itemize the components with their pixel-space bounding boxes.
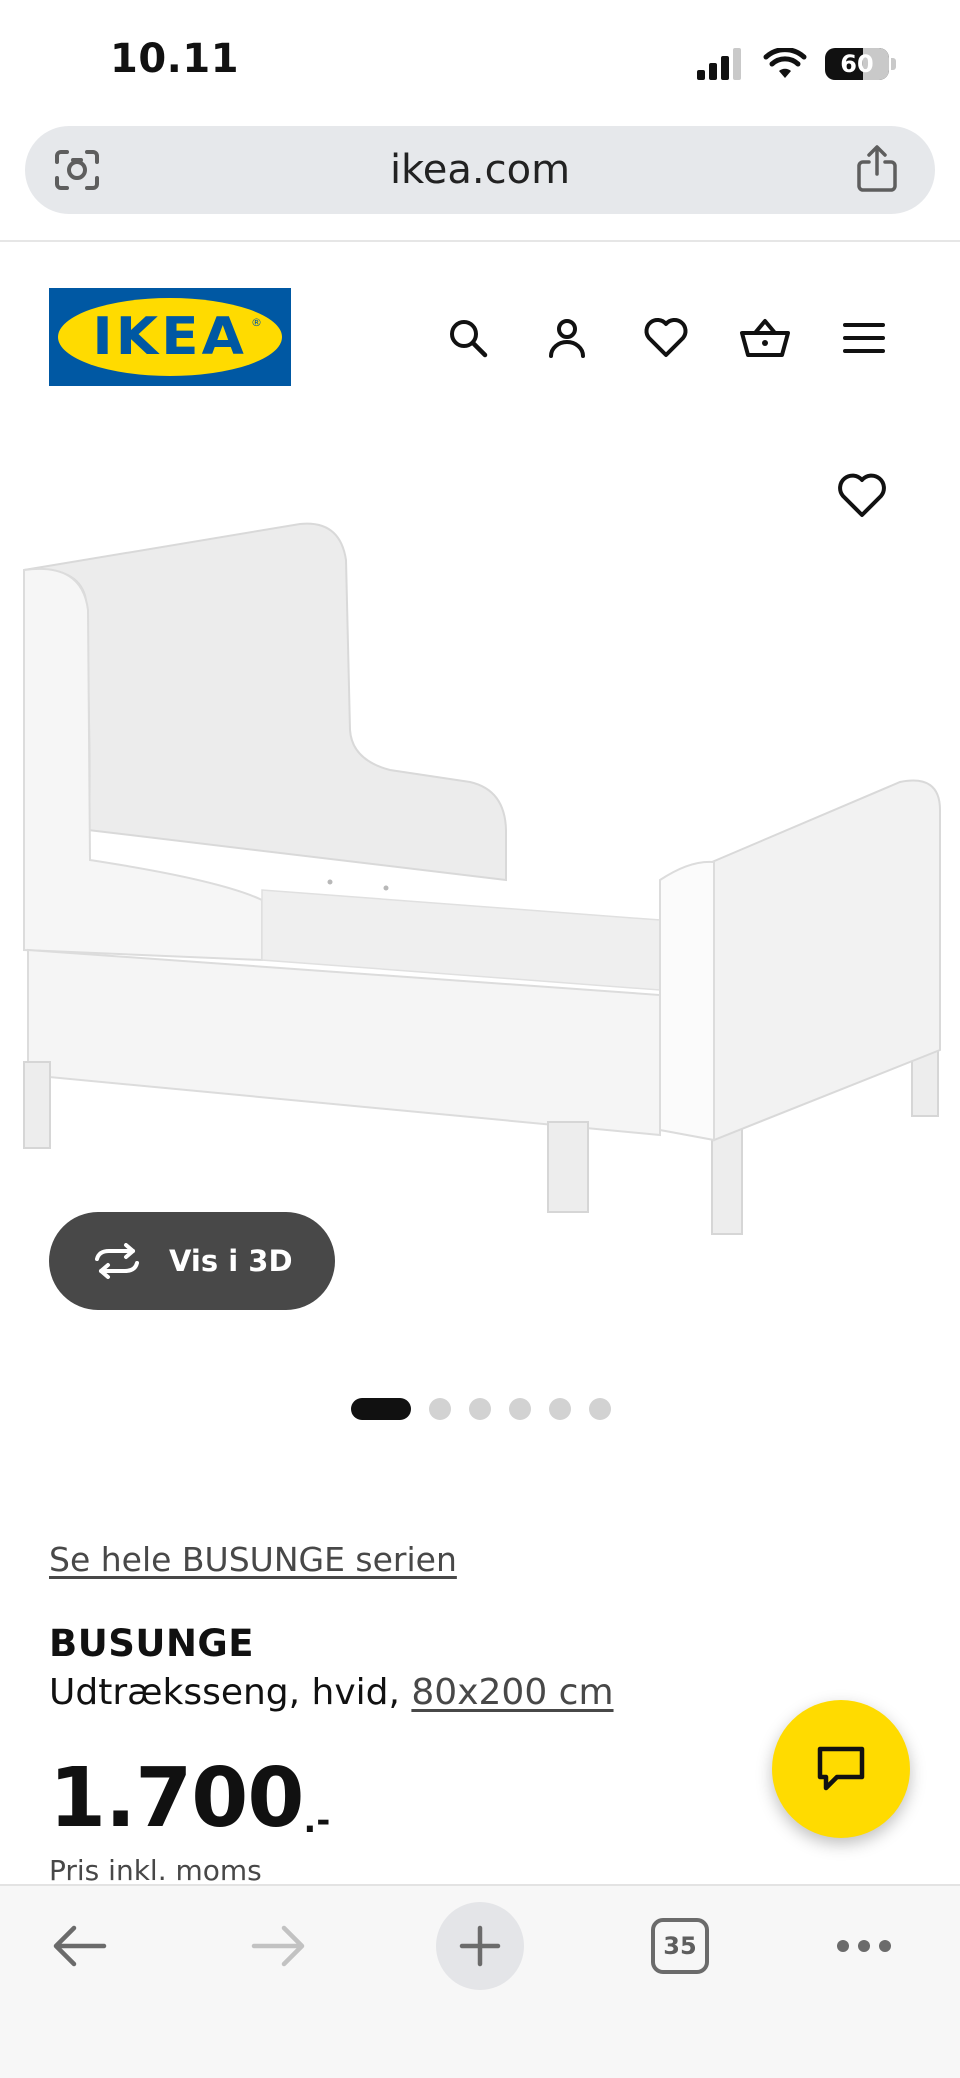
price-note: Pris inkl. moms [49,1854,262,1887]
logo-text: IKEA [92,307,248,367]
view-3d-button[interactable]: Vis i 3D [49,1212,335,1310]
heart-icon[interactable] [638,310,694,366]
carousel-dot[interactable] [549,1398,571,1420]
back-button[interactable] [44,1896,114,1996]
carousel-dot[interactable] [429,1398,451,1420]
forward-arrow-icon [251,1925,305,1967]
carousel-dot[interactable] [351,1398,411,1420]
more-dots-icon [837,1940,891,1952]
wifi-icon [763,48,807,78]
price-suffix: .- [303,1801,331,1841]
image-carousel-dots[interactable] [351,1398,611,1420]
view-3d-label: Vis i 3D [169,1244,293,1278]
size-link[interactable]: 80x200 cm [411,1672,613,1713]
plus-icon [459,1925,501,1967]
new-tab-button[interactable] [436,1896,524,1996]
url-text[interactable]: ikea.com [390,147,570,193]
battery-icon: 60 [825,48,896,80]
product-description: Udtræksseng, hvid, 80x200 cm [49,1672,614,1713]
wishlist-heart-icon[interactable] [836,470,888,522]
chat-icon [817,1746,865,1791]
tabs-button[interactable]: 35 [650,1896,710,1996]
tab-count: 35 [651,1918,709,1974]
ikea-logo[interactable]: IKEA ® [49,288,291,386]
share-icon[interactable] [855,144,899,194]
visual-search-icon[interactable] [53,148,101,192]
address-bar[interactable]: ikea.com [25,126,935,214]
user-icon[interactable] [539,310,595,366]
menu-icon[interactable] [836,310,892,366]
header-icons [440,310,900,366]
search-icon[interactable] [440,310,496,366]
series-link[interactable]: Se hele BUSUNGE serien [49,1540,457,1579]
product-image[interactable] [0,420,960,1280]
browser-toolbar: 35 [0,1884,960,2078]
more-button[interactable] [834,1896,894,1996]
forward-button[interactable] [244,1896,314,1996]
cart-icon[interactable] [737,310,793,366]
price-value: 1.700 [49,1751,304,1846]
status-bar: 10.11 60 [0,0,960,120]
product-type: Udtræksseng, hvid, [49,1672,412,1713]
status-time: 10.11 [110,36,240,82]
carousel-dot[interactable] [589,1398,611,1420]
chat-button[interactable] [772,1700,910,1838]
url-divider [0,240,960,242]
price: 1.700 .- [49,1752,330,1846]
carousel-dot[interactable] [509,1398,531,1420]
signal-icon [697,48,741,80]
product-name: BUSUNGE [49,1622,255,1665]
back-arrow-icon [53,1925,107,1967]
battery-level: 60 [840,50,874,78]
carousel-dot[interactable] [469,1398,491,1420]
status-icons: 60 [697,42,896,86]
rotate-3d-icon [95,1243,139,1279]
